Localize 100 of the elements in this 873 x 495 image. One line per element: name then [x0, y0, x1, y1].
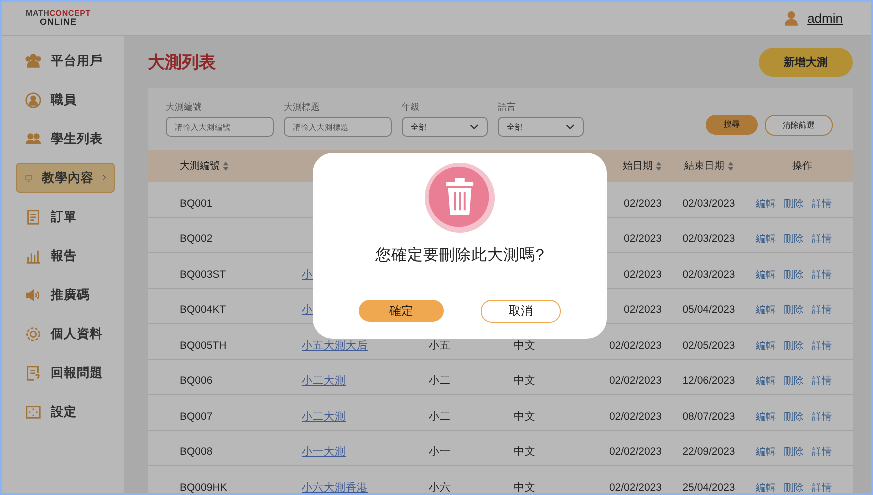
table-cell: BQ005TH — [180, 340, 227, 352]
frame-icon — [25, 404, 42, 420]
sidebar-item[interactable]: 訂單 — [16, 202, 115, 232]
table-cell: 02/2023 — [624, 198, 662, 210]
edit-link[interactable]: 編輯 — [756, 445, 776, 460]
select-field[interactable]: 全部 — [498, 117, 584, 137]
sidebar-item[interactable]: 報告 — [16, 241, 115, 271]
details-link[interactable]: 詳情 — [812, 268, 832, 282]
table-cell: BQ007 — [180, 410, 213, 423]
user-icon — [784, 11, 798, 26]
column-header[interactable]: 大測編號 — [180, 159, 220, 173]
chevron-down-icon — [470, 124, 479, 130]
details-link[interactable]: 詳情 — [812, 374, 832, 388]
table-cell: 小二 — [429, 410, 451, 423]
edit-link[interactable]: 編輯 — [756, 268, 776, 282]
edit-link[interactable]: 編輯 — [756, 338, 776, 353]
title-link[interactable]: 小 — [302, 304, 313, 316]
user-link[interactable]: admin — [808, 11, 843, 26]
table-cell: 02/02/2023 — [609, 482, 662, 493]
clear-button[interactable]: 清除篩選 — [765, 114, 833, 136]
speaker-icon — [25, 286, 42, 304]
title-link[interactable]: 小二大測 — [302, 375, 346, 388]
table-cell: 小六 — [429, 482, 451, 493]
table-cell: 02/2023 — [624, 304, 662, 316]
users-icon — [25, 52, 42, 70]
search-button[interactable]: 搜尋 — [706, 114, 758, 134]
sidebar-item[interactable]: 平台用戶 — [16, 46, 115, 76]
cancel-button[interactable]: 取消 — [481, 300, 561, 323]
edit-link[interactable]: 編輯 — [756, 196, 776, 211]
delete-link[interactable]: 刪除 — [784, 480, 804, 493]
delete-link[interactable]: 刪除 — [784, 410, 804, 424]
edit-link[interactable]: 編輯 — [756, 410, 776, 424]
edit-link[interactable]: 編輯 — [756, 374, 776, 388]
table-cell: 08/07/2023 — [682, 410, 736, 423]
column-header[interactable]: 結束日期 — [684, 159, 724, 173]
table-cell: 02/05/2023 — [682, 340, 736, 352]
table-cell: 中文 — [514, 375, 536, 388]
delete-link[interactable]: 刪除 — [784, 374, 804, 388]
add-button[interactable]: 新增大測 — [759, 48, 853, 76]
delete-link[interactable]: 刪除 — [784, 268, 804, 282]
table-cell: 22/09/2023 — [682, 446, 736, 458]
details-link[interactable]: 詳情 — [812, 338, 832, 353]
table-cell: 12/06/2023 — [682, 375, 736, 388]
table-cell: BQ001 — [180, 198, 213, 210]
sidebar-item[interactable]: 設定 — [16, 397, 115, 427]
sidebar-item[interactable]: 職員 — [16, 85, 115, 115]
document-icon — [25, 208, 42, 226]
delete-link[interactable]: 刪除 — [784, 445, 804, 460]
table-cell: BQ009HK — [180, 482, 228, 493]
delete-link[interactable]: 刪除 — [784, 196, 804, 211]
table-cell: 小二 — [429, 375, 451, 388]
document-icon — [25, 364, 42, 382]
table-cell: 中文 — [514, 340, 536, 352]
table-cell: 02/03/2023 — [682, 233, 736, 246]
field-label: 語言 — [498, 101, 517, 114]
dialog-message: 您確定要刪除此大測嗎? — [376, 246, 544, 266]
details-link[interactable]: 詳情 — [812, 445, 832, 460]
column-header: 操作 — [792, 160, 812, 173]
table-cell: 02/02/2023 — [609, 340, 662, 352]
title-link[interactable]: 小五大測大后 — [302, 340, 368, 352]
title-link[interactable]: 小二大測 — [302, 410, 346, 423]
table-cell: 02/03/2023 — [682, 268, 736, 281]
edit-link[interactable]: 編輯 — [756, 480, 776, 493]
details-link[interactable]: 詳情 — [812, 232, 832, 246]
details-link[interactable]: 詳情 — [812, 303, 832, 318]
sidebar-item[interactable]: 教學內容 — [16, 163, 115, 193]
sidebar-item[interactable]: 推廣碼 — [16, 280, 115, 310]
details-link[interactable]: 詳情 — [812, 196, 832, 211]
table-cell: BQ008 — [180, 446, 213, 458]
table-cell: 小一 — [429, 446, 451, 458]
sidebar-item[interactable]: 學生列表 — [16, 124, 115, 154]
title-link[interactable]: 小一大測 — [302, 446, 346, 458]
column-header[interactable]: 始日期 — [623, 159, 653, 173]
table-cell: 05/04/2023 — [682, 304, 736, 316]
details-link[interactable]: 詳情 — [812, 480, 832, 493]
table-cell: 02/02/2023 — [609, 446, 662, 458]
confirm-button[interactable]: 確定 — [359, 300, 444, 322]
delete-link[interactable]: 刪除 — [784, 303, 804, 318]
gear-icon — [25, 326, 42, 342]
table-cell: 小五 — [429, 340, 451, 352]
table-cell: 02/2023 — [624, 233, 662, 246]
table-cell: 02/02/2023 — [609, 375, 662, 388]
delete-link[interactable]: 刪除 — [784, 232, 804, 246]
table-cell: BQ006 — [180, 375, 213, 388]
edit-link[interactable]: 編輯 — [756, 232, 776, 246]
details-link[interactable]: 詳情 — [812, 410, 832, 424]
table-cell: 02/03/2023 — [682, 198, 736, 210]
edit-link[interactable]: 編輯 — [756, 303, 776, 318]
field-label: 大測標題 — [284, 101, 321, 114]
table-cell: 02/02/2023 — [609, 410, 662, 423]
field-label: 大測編號 — [166, 101, 203, 114]
table-cell: 中文 — [514, 446, 536, 458]
select-field[interactable]: 全部 — [402, 117, 488, 137]
field-label: 年級 — [402, 101, 421, 114]
sidebar-item[interactable]: 個人資料 — [16, 319, 115, 349]
sidebar-item[interactable]: 回報問題 — [16, 358, 115, 388]
title-link[interactable]: 小六大測香港 — [302, 482, 368, 493]
title-link[interactable]: 小 — [302, 268, 313, 281]
table-cell: 25/04/2023 — [682, 482, 736, 493]
delete-link[interactable]: 刪除 — [784, 338, 804, 353]
